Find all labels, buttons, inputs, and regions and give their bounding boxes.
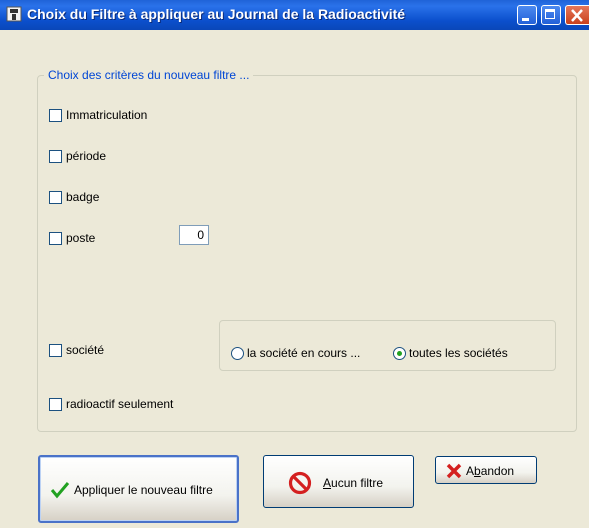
periode-label: période xyxy=(66,149,107,163)
minimize-button[interactable] xyxy=(517,5,537,25)
no-filter-button[interactable]: Aucun filtre xyxy=(263,455,414,508)
cross-icon xyxy=(446,463,462,479)
periode-checkbox[interactable] xyxy=(49,150,62,163)
window-title: Choix du Filtre à appliquer au Journal d… xyxy=(27,6,406,22)
checkmark-icon xyxy=(50,482,70,499)
radioactif-seulement-checkbox[interactable] xyxy=(49,398,62,411)
radio-toutes-societes-label[interactable]: toutes les sociétés xyxy=(409,346,508,360)
radioactif-seulement-label: radioactif seulement xyxy=(66,397,174,411)
abort-button[interactable]: Abandon xyxy=(435,456,537,484)
badge-checkbox[interactable] xyxy=(49,191,62,204)
criteria-group-legend: Choix des critères du nouveau filtre ... xyxy=(44,68,254,82)
abort-label: Abandon xyxy=(466,464,515,478)
immatriculation-checkbox[interactable] xyxy=(49,109,62,122)
societe-checkbox[interactable] xyxy=(49,344,62,357)
apply-filter-label: Appliquer le nouveau filtre xyxy=(74,483,213,497)
radio-societe-en-cours[interactable] xyxy=(231,347,244,360)
poste-label: poste xyxy=(66,231,96,245)
no-entry-icon xyxy=(288,471,312,495)
close-button[interactable] xyxy=(565,5,589,25)
badge-label: badge xyxy=(66,190,100,204)
radio-societe-en-cours-label[interactable]: la société en cours ... xyxy=(247,346,360,360)
immatriculation-label: Immatriculation xyxy=(66,108,148,122)
apply-filter-button[interactable]: Appliquer le nouveau filtre xyxy=(38,455,239,523)
maximize-button[interactable] xyxy=(541,5,561,25)
app-icon xyxy=(6,6,22,22)
societe-label: société xyxy=(66,343,105,357)
poste-checkbox[interactable] xyxy=(49,232,62,245)
title-bar[interactable]: Choix du Filtre à appliquer au Journal d… xyxy=(0,0,589,30)
close-icon xyxy=(571,9,583,22)
poste-input[interactable]: 0 xyxy=(179,225,209,245)
criteria-groupbox xyxy=(37,75,577,432)
radio-toutes-societes[interactable] xyxy=(393,347,406,360)
no-filter-label: Aucun filtre xyxy=(323,476,384,490)
